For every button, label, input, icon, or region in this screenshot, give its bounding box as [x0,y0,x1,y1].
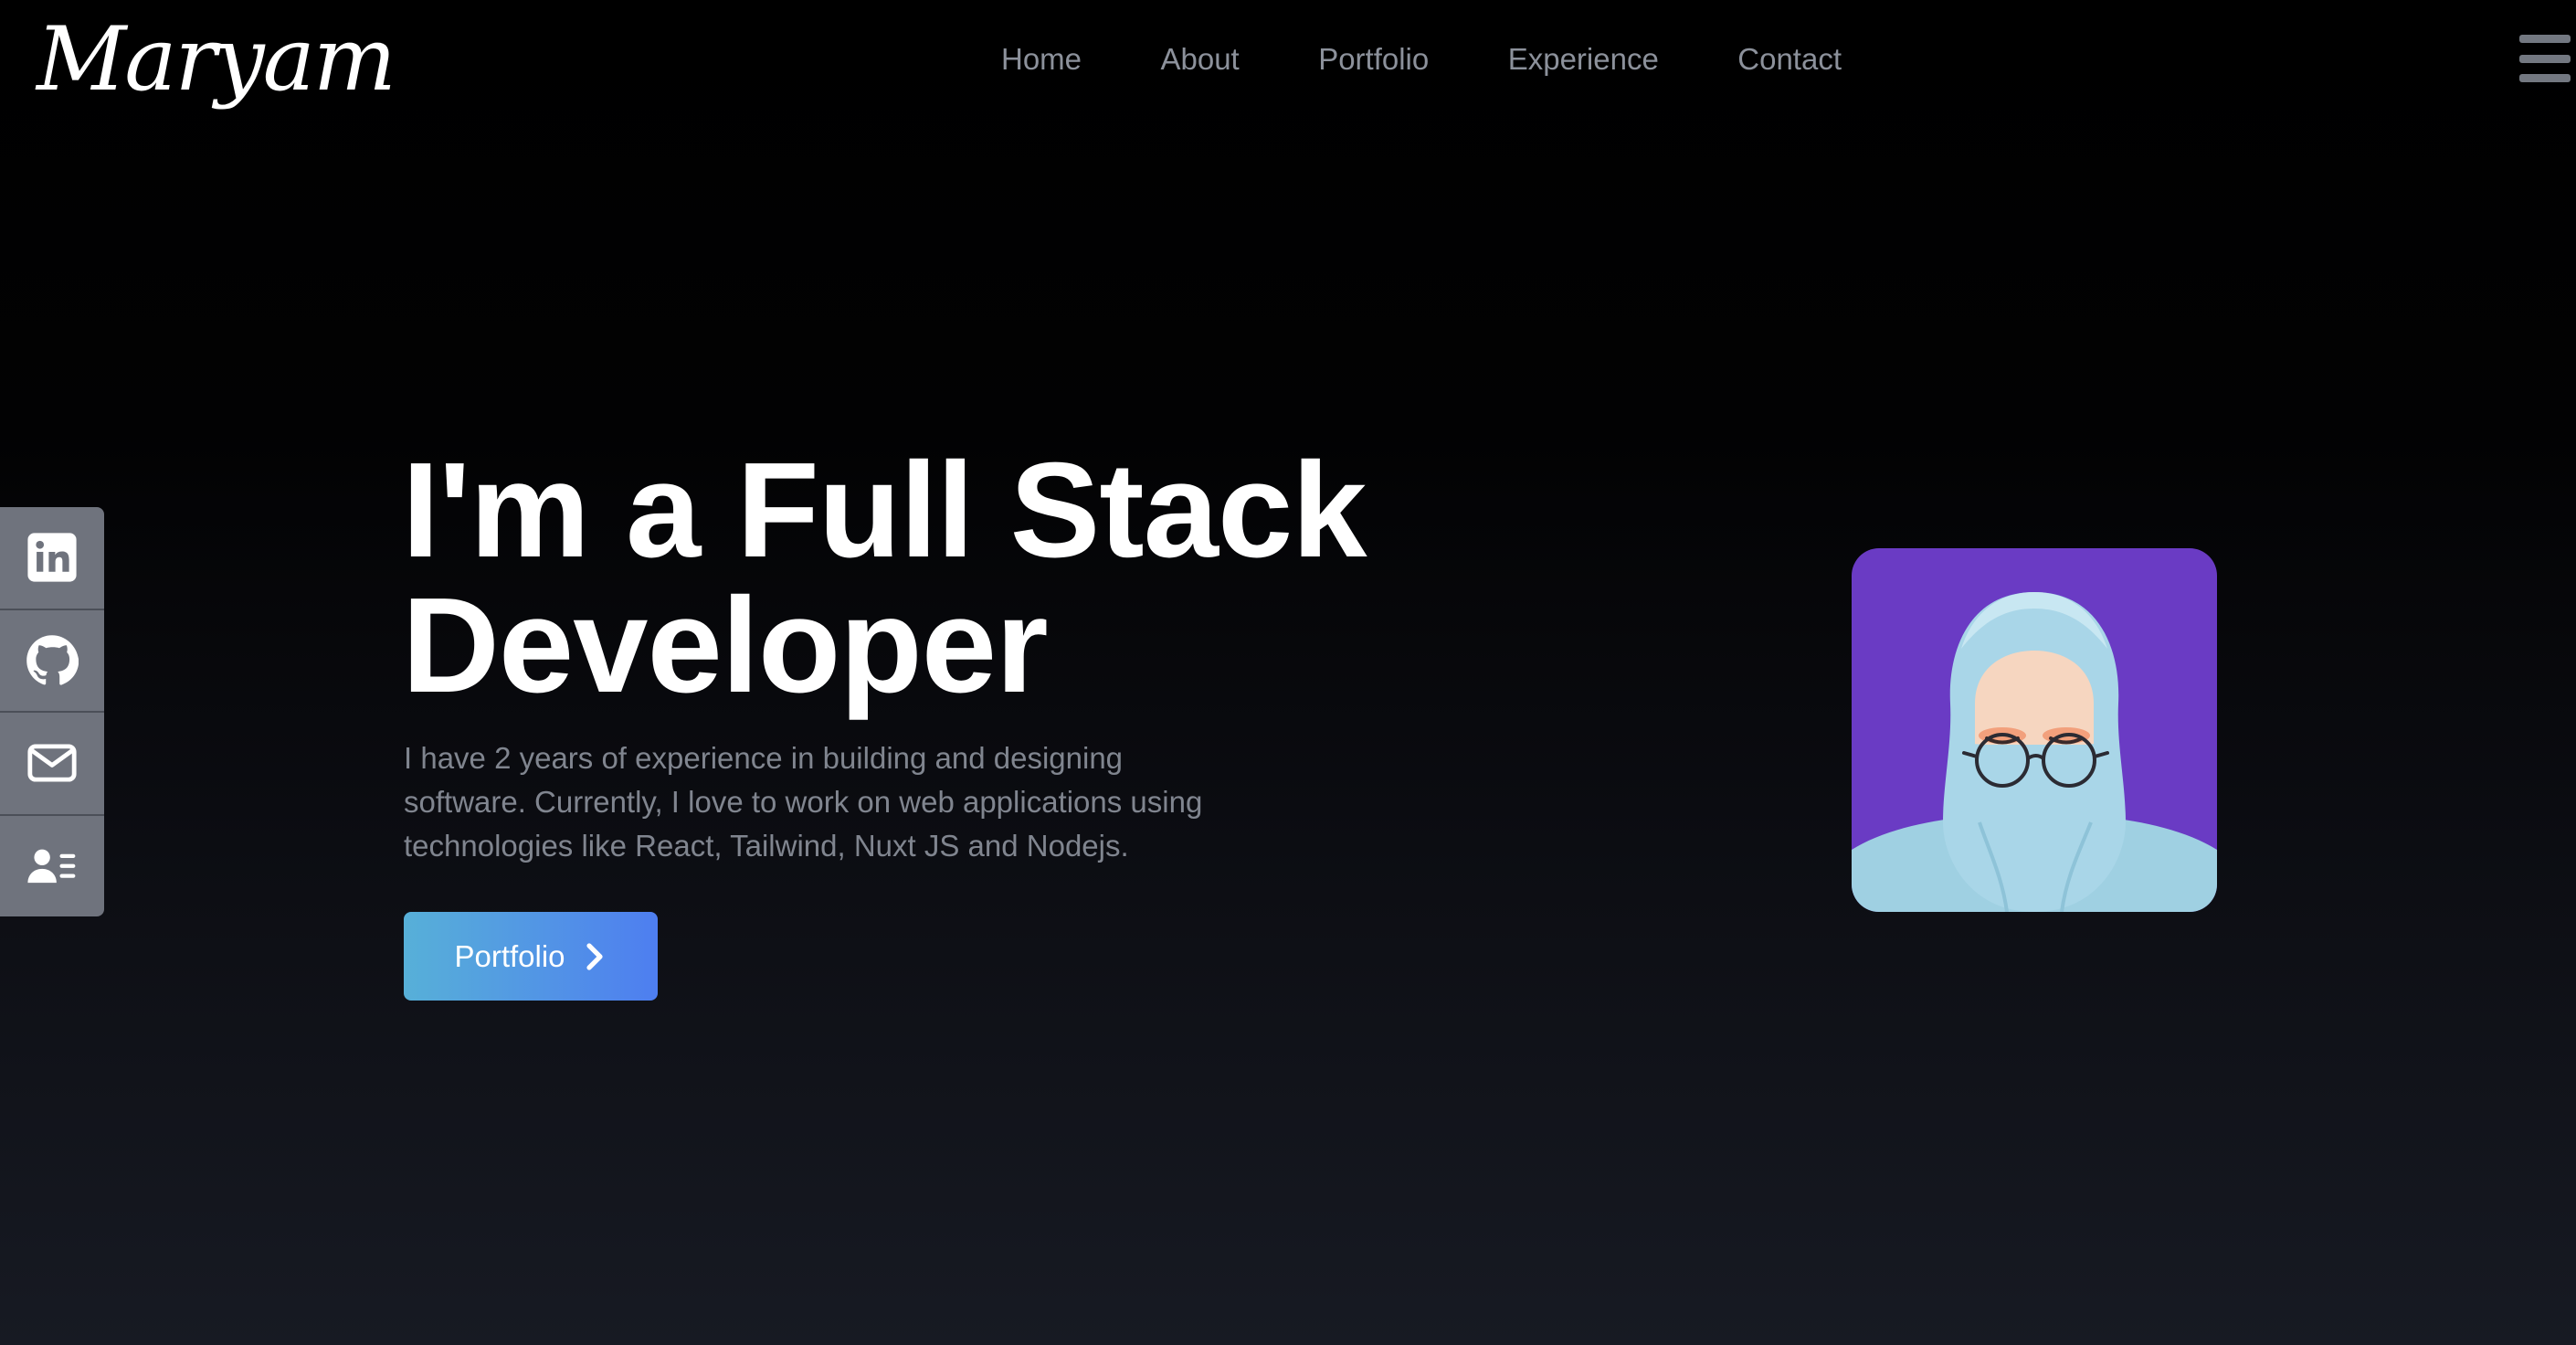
portfolio-button[interactable]: Portfolio [404,912,658,1001]
github-icon [26,634,79,685]
resume-icon [27,849,76,883]
resume-link[interactable] [0,815,104,916]
hero-title: I'm a Full Stack Developer [402,443,1498,714]
avatar [1852,548,2217,912]
hero-description: I have 2 years of experience in building… [404,741,1203,863]
nav-experience[interactable]: Experience [1508,42,1659,77]
site-logo[interactable]: Maryam [37,0,396,119]
linkedin-icon [27,533,77,582]
chevron-right-icon [586,942,603,970]
nav-home[interactable]: Home [1001,42,1082,77]
nav-portfolio[interactable]: Portfolio [1318,42,1429,77]
hero-title-line2: Developer [402,570,1049,721]
github-link[interactable] [0,609,104,713]
nav-contact[interactable]: Contact [1737,42,1842,77]
portfolio-button-label: Portfolio [454,938,565,973]
nav-about[interactable]: About [1160,42,1239,77]
mail-icon [27,744,77,782]
hero-title-line1: I'm a Full Stack [402,435,1367,586]
avatar-illustration [1852,548,2217,912]
main-nav: Home About Portfolio Experience Contact [1001,0,1842,119]
social-sidebar [0,507,104,916]
mail-link[interactable] [0,713,104,816]
linkedin-link[interactable] [0,507,104,610]
hamburger-menu-icon[interactable] [2519,35,2571,82]
